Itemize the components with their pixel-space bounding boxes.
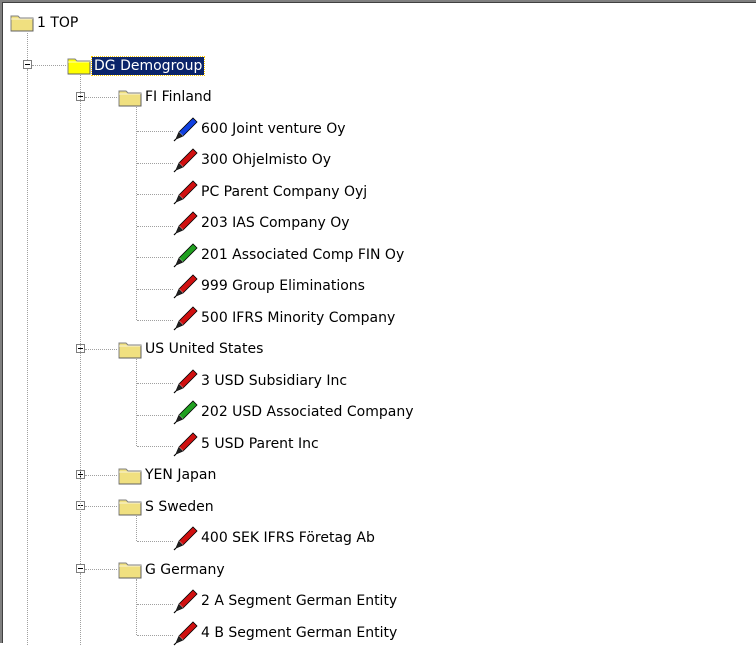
folder-icon <box>117 559 143 580</box>
tree-node-country[interactable]: FI Finland <box>117 87 214 108</box>
tree-node-company[interactable]: 201 Associated Comp FIN Oy <box>171 242 406 268</box>
pen-icon <box>171 620 199 646</box>
pen-icon <box>171 179 199 205</box>
pen-icon <box>171 273 199 299</box>
tree-node-country-label: US United States <box>145 341 264 357</box>
pen-icon <box>171 588 199 614</box>
tree-node-company-label: 201 Associated Comp FIN Oy <box>201 246 405 263</box>
tree-node-root-label: 1 TOP <box>37 14 79 31</box>
pen-icon <box>171 147 199 173</box>
expander-demogroup[interactable] <box>23 60 32 69</box>
tree-node-demogroup-label: DG Demogroup <box>90 55 206 76</box>
tree-node-country-label: YEN Japan <box>145 467 217 483</box>
tree-node-company-label: 4 B Segment German Entity <box>201 624 398 641</box>
tree-node-company[interactable]: 300 Ohjelmisto Oy <box>171 147 333 173</box>
tree-node-company-label: 999 Group Eliminations <box>201 278 365 294</box>
tree-node-country[interactable]: YEN Japan <box>117 465 218 486</box>
tree-node-company[interactable]: PC Parent Company Oyj <box>171 179 369 205</box>
tree-node-company-label: PC Parent Company Oyj <box>201 183 368 200</box>
expander-country-4[interactable] <box>76 564 85 573</box>
tree-node-company[interactable]: 203 IAS Company Oy <box>171 210 352 236</box>
tree-node-company-label: 400 SEK IFRS Företag Ab <box>201 530 375 546</box>
tree-node-company-label: 500 IFRS Minority Company <box>201 309 396 326</box>
tree-node-company[interactable]: 999 Group Eliminations <box>171 273 367 299</box>
tree-node-company[interactable]: 600 Joint venture Oy <box>171 116 348 142</box>
pen-icon <box>171 210 199 236</box>
folder-open-icon <box>66 55 92 76</box>
tree-node-company[interactable]: 5 USD Parent Inc <box>171 431 321 457</box>
tree-node-root[interactable]: 1 TOP <box>9 12 80 33</box>
tree-node-company-label: 5 USD Parent Inc <box>201 435 319 452</box>
pen-icon <box>171 399 199 425</box>
tree-node-country[interactable]: G Germany <box>117 559 227 580</box>
pen-icon <box>171 431 199 457</box>
tree-node-company[interactable]: 500 IFRS Minority Company <box>171 305 397 331</box>
folder-icon <box>9 12 35 33</box>
folder-icon <box>117 465 143 486</box>
pen-icon <box>171 242 199 268</box>
tree-node-country-label: FI Finland <box>145 89 212 105</box>
tree-node-company-label: 2 A Segment German Entity <box>201 593 398 609</box>
tree-node-company-label: 3 USD Subsidiary Inc <box>201 372 348 389</box>
pen-icon <box>171 525 199 551</box>
tree-view[interactable]: 1 TOP DG Demogroup FI Finland 600 Joint ven… <box>0 0 756 646</box>
tree-node-company-label: 203 IAS Company Oy <box>201 215 350 231</box>
tree-node-company[interactable]: 3 USD Subsidiary Inc <box>171 368 349 394</box>
tree-node-country[interactable]: S Sweden <box>117 496 216 517</box>
tree-node-country-label: S Sweden <box>145 498 214 515</box>
tree-node-company-label: 600 Joint venture Oy <box>201 120 346 137</box>
tree-node-company[interactable]: 4 B Segment German Entity <box>171 620 399 646</box>
tree-node-demogroup[interactable]: DG Demogroup <box>66 55 206 76</box>
pen-icon <box>171 116 199 142</box>
tree-node-country[interactable]: US United States <box>117 339 265 360</box>
folder-icon <box>117 339 143 360</box>
tree-node-country-label: G Germany <box>145 561 225 578</box>
folder-icon <box>117 87 143 108</box>
pen-icon <box>171 368 199 394</box>
tree-node-company-label: 300 Ohjelmisto Oy <box>201 152 332 168</box>
tree-node-company[interactable]: 2 A Segment German Entity <box>171 588 399 614</box>
tree-node-company[interactable]: 202 USD Associated Company <box>171 399 415 425</box>
tree-node-company-label: 202 USD Associated Company <box>201 404 414 420</box>
folder-icon <box>117 496 143 517</box>
pen-icon <box>171 305 199 331</box>
tree-node-company[interactable]: 400 SEK IFRS Företag Ab <box>171 525 377 551</box>
